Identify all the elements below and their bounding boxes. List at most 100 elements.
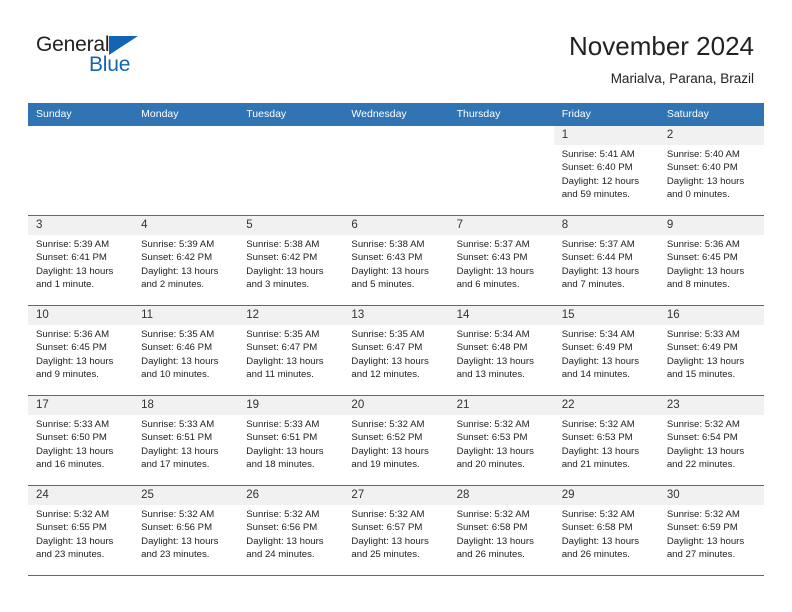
weekday-header-saturday: Saturday [658, 103, 764, 126]
calendar-day-cell[interactable]: 30 Sunrise: 5:32 AM Sunset: 6:59 PM Dayligh… [658, 485, 764, 576]
cell-inner: 3 Sunrise: 5:39 AM Sunset: 6:41 PM Daylight… [28, 216, 134, 305]
calendar-day-cell[interactable]: 24 Sunrise: 5:32 AM Sunset: 6:55 PM Dayligh… [28, 485, 134, 576]
day-sunrise-text: Sunrise: 5:35 AM [246, 329, 320, 340]
day-sunset-text: Sunset: 6:57 PM [351, 522, 423, 534]
calendar-day-cell[interactable]: 12 Sunrise: 5:35 AM Sunset: 6:47 PM Dayligh… [238, 305, 344, 396]
page-title: November 2024 [569, 31, 754, 61]
calendar-day-cell[interactable]: 9 Sunrise: 5:36 AM Sunset: 6:45 PM Daylight… [658, 215, 764, 306]
calendar-header-row: Sunday Monday Tuesday Wednesday Thursday Frid… [28, 103, 764, 126]
general-blue-logo[interactable]: General Blue [36, 33, 166, 81]
calendar-day-cell[interactable]: 19 Sunrise: 5:33 AM Sunset: 6:51 PM Dayligh… [238, 395, 344, 486]
weekday-header-friday: Friday [553, 103, 659, 126]
day-number: 1 [553, 126, 659, 145]
calendar-day-cell[interactable]: 25 Sunrise: 5:32 AM Sunset: 6:56 PM Dayligh… [133, 485, 239, 576]
calendar-day-cell[interactable]: 20 Sunrise: 5:32 AM Sunset: 6:52 PM Dayligh… [343, 395, 449, 486]
calendar-day-cell[interactable]: 6 Sunrise: 5:38 AM Sunset: 6:43 PM Daylight… [343, 215, 449, 306]
cell-inner [28, 126, 133, 215]
day-daylight-line2-text: and 22 minutes. [666, 459, 736, 471]
calendar-day-cell[interactable]: 14 Sunrise: 5:34 AM Sunset: 6:48 PM Dayligh… [448, 305, 554, 396]
cell-inner [343, 126, 448, 215]
calendar-day-cell[interactable]: 8 Sunrise: 5:37 AM Sunset: 6:44 PM Daylight… [553, 215, 659, 306]
day-sunrise-text: Sunrise: 5:32 AM [561, 419, 635, 430]
day-sunrise-text: Sunrise: 5:41 AM [561, 149, 635, 160]
calendar-day-cell[interactable]: 13 Sunrise: 5:35 AM Sunset: 6:47 PM Dayligh… [343, 305, 449, 396]
day-sunrise-text: Sunrise: 5:32 AM [351, 419, 425, 430]
calendar-day-cell[interactable]: 2 Sunrise: 5:40 AM Sunset: 6:40 PM Daylight… [658, 125, 764, 216]
day-number: 10 [28, 306, 134, 325]
day-daylight-line1-text: Daylight: 13 hours [561, 445, 640, 457]
calendar-day-cell[interactable]: 28 Sunrise: 5:32 AM Sunset: 6:58 PM Dayligh… [448, 485, 554, 576]
day-sunrise-text: Sunrise: 5:35 AM [351, 329, 425, 340]
day-daylight-line2-text: and 26 minutes. [456, 549, 525, 561]
day-daylight-line1-text: Daylight: 13 hours [351, 355, 429, 367]
cell-inner: 11 Sunrise: 5:35 AM Sunset: 6:46 PM Dayligh… [133, 306, 239, 395]
calendar-day-cell[interactable]: 10 Sunrise: 5:36 AM Sunset: 6:45 PM Dayligh… [28, 305, 134, 396]
day-sunset-text: Sunset: 6:53 PM [456, 432, 528, 444]
cell-inner: 30 Sunrise: 5:32 AM Sunset: 6:59 PM Dayligh… [658, 486, 764, 575]
day-details: Sunrise: 5:32 AM Sunset: 6:55 PM Daylight:… [28, 505, 133, 562]
day-details: Sunrise: 5:32 AM Sunset: 6:54 PM Daylight:… [659, 415, 764, 472]
day-details: Sunrise: 5:37 AM Sunset: 6:44 PM Daylight:… [554, 235, 659, 292]
calendar-day-cell[interactable]: 27 Sunrise: 5:32 AM Sunset: 6:57 PM Dayligh… [343, 485, 449, 576]
calendar-day-cell[interactable]: 22 Sunrise: 5:32 AM Sunset: 6:53 PM Dayligh… [553, 395, 659, 486]
calendar-day-cell[interactable]: 11 Sunrise: 5:35 AM Sunset: 6:46 PM Dayligh… [133, 305, 239, 396]
day-sunset-text: Sunset: 6:44 PM [561, 252, 633, 264]
day-sunset-text: Sunset: 6:51 PM [246, 432, 318, 444]
day-details: Sunrise: 5:32 AM Sunset: 6:59 PM Daylight:… [659, 505, 764, 562]
day-daylight-line1-text: Daylight: 13 hours [561, 355, 640, 367]
cell-inner: 1 Sunrise: 5:41 AM Sunset: 6:40 PM Daylight… [553, 126, 659, 215]
day-number: 13 [343, 306, 449, 325]
calendar-day-cell[interactable]: 5 Sunrise: 5:38 AM Sunset: 6:42 PM Daylight… [238, 215, 344, 306]
day-details: Sunrise: 5:40 AM Sunset: 6:40 PM Daylight:… [659, 145, 764, 202]
day-sunrise-text: Sunrise: 5:32 AM [141, 509, 215, 520]
cell-inner: 10 Sunrise: 5:36 AM Sunset: 6:45 PM Dayligh… [28, 306, 134, 395]
day-number: 2 [658, 126, 764, 145]
cell-inner: 21 Sunrise: 5:32 AM Sunset: 6:53 PM Dayligh… [448, 396, 554, 485]
calendar-day-cell[interactable]: 4 Sunrise: 5:39 AM Sunset: 6:42 PM Daylight… [133, 215, 239, 306]
day-details: Sunrise: 5:32 AM Sunset: 6:57 PM Daylight:… [343, 505, 448, 562]
day-daylight-line1-text: Daylight: 13 hours [666, 445, 745, 457]
day-daylight-line1-text: Daylight: 13 hours [456, 445, 534, 457]
calendar-day-cell[interactable]: 17 Sunrise: 5:33 AM Sunset: 6:50 PM Dayligh… [28, 395, 134, 486]
cell-inner: 8 Sunrise: 5:37 AM Sunset: 6:44 PM Daylight… [553, 216, 659, 305]
day-sunset-text: Sunset: 6:53 PM [561, 432, 633, 444]
day-daylight-line2-text: and 3 minutes. [246, 279, 310, 291]
day-sunset-text: Sunset: 6:52 PM [351, 432, 423, 444]
calendar-day-cell[interactable]: 3 Sunrise: 5:39 AM Sunset: 6:41 PM Daylight… [28, 215, 134, 306]
weekday-header-tuesday: Tuesday [238, 103, 344, 126]
calendar-cell-empty [133, 125, 239, 216]
calendar-day-cell[interactable]: 16 Sunrise: 5:33 AM Sunset: 6:49 PM Dayligh… [658, 305, 764, 396]
day-sunrise-text: Sunrise: 5:38 AM [351, 239, 425, 250]
day-daylight-line2-text: and 2 minutes. [141, 279, 205, 291]
weekday-header-monday: Monday [133, 103, 239, 126]
day-number: 25 [133, 486, 239, 505]
calendar-day-cell[interactable]: 1 Sunrise: 5:41 AM Sunset: 6:40 PM Daylight… [553, 125, 659, 216]
cell-inner: 23 Sunrise: 5:32 AM Sunset: 6:54 PM Dayligh… [658, 396, 764, 485]
day-daylight-line1-text: Daylight: 13 hours [246, 265, 324, 277]
cell-inner [238, 126, 343, 215]
day-sunset-text: Sunset: 6:43 PM [351, 252, 423, 264]
calendar-body: 1 Sunrise: 5:41 AM Sunset: 6:40 PM Daylight… [28, 125, 764, 576]
day-sunrise-text: Sunrise: 5:39 AM [36, 239, 110, 250]
day-sunset-text: Sunset: 6:58 PM [561, 522, 633, 534]
day-sunrise-text: Sunrise: 5:32 AM [351, 509, 425, 520]
day-sunset-text: Sunset: 6:47 PM [246, 342, 318, 354]
day-sunset-text: Sunset: 6:56 PM [246, 522, 318, 534]
day-sunrise-text: Sunrise: 5:35 AM [141, 329, 215, 340]
day-number: 11 [133, 306, 239, 325]
day-daylight-line1-text: Daylight: 13 hours [36, 355, 114, 367]
calendar-day-cell[interactable]: 18 Sunrise: 5:33 AM Sunset: 6:51 PM Dayligh… [133, 395, 239, 486]
day-daylight-line1-text: Daylight: 13 hours [36, 535, 114, 547]
calendar-week-row: 1 Sunrise: 5:41 AM Sunset: 6:40 PM Daylight… [28, 125, 764, 216]
calendar-day-cell[interactable]: 7 Sunrise: 5:37 AM Sunset: 6:43 PM Daylight… [448, 215, 554, 306]
calendar-cell-empty [238, 125, 344, 216]
calendar-day-cell[interactable]: 21 Sunrise: 5:32 AM Sunset: 6:53 PM Dayligh… [448, 395, 554, 486]
day-number: 4 [133, 216, 239, 235]
calendar-day-cell[interactable]: 23 Sunrise: 5:32 AM Sunset: 6:54 PM Dayligh… [658, 395, 764, 486]
calendar-day-cell[interactable]: 15 Sunrise: 5:34 AM Sunset: 6:49 PM Dayligh… [553, 305, 659, 396]
calendar-day-cell[interactable]: 29 Sunrise: 5:32 AM Sunset: 6:58 PM Dayligh… [553, 485, 659, 576]
day-details: Sunrise: 5:39 AM Sunset: 6:42 PM Daylight:… [133, 235, 238, 292]
day-daylight-line2-text: and 16 minutes. [36, 459, 105, 471]
calendar-day-cell[interactable]: 26 Sunrise: 5:32 AM Sunset: 6:56 PM Dayligh… [238, 485, 344, 576]
weekday-header-sunday: Sunday [28, 103, 134, 126]
